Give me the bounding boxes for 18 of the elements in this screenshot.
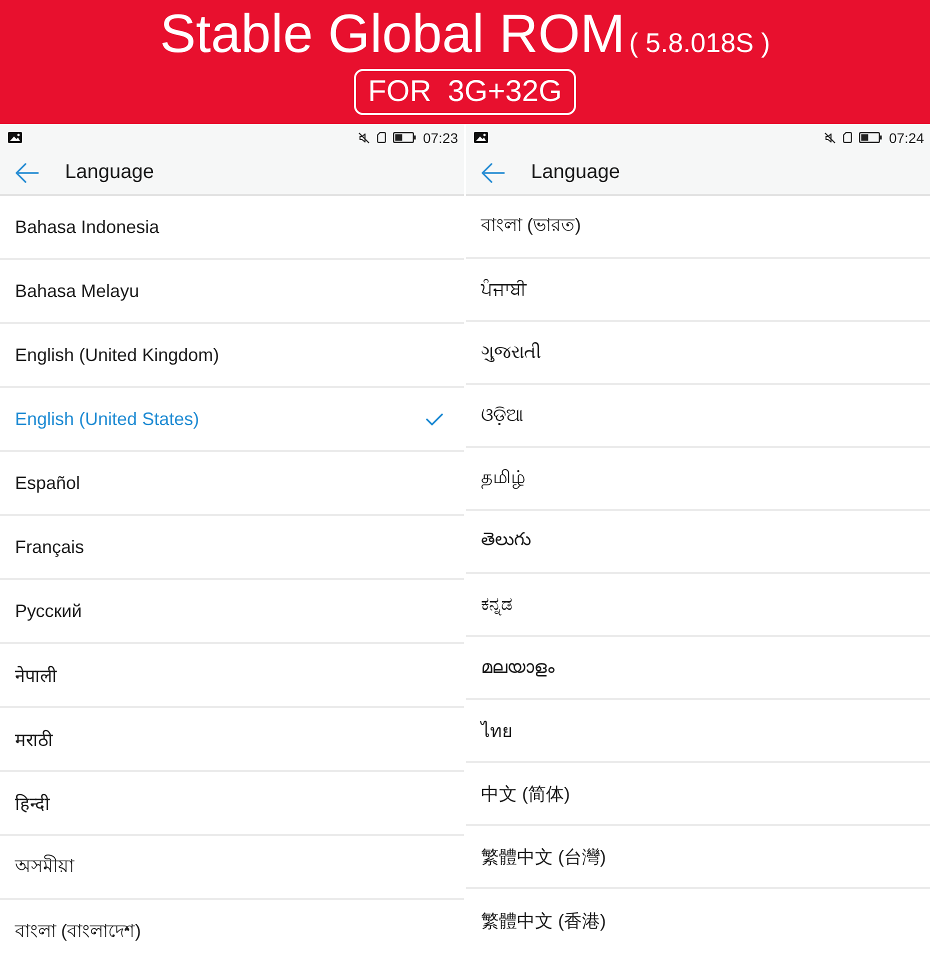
screen-title: Language (65, 161, 154, 184)
battery-icon (858, 132, 882, 143)
status-time: 07:23 (422, 130, 458, 146)
screen-title: Language (531, 161, 620, 184)
battery-icon (392, 132, 416, 143)
back-arrow-icon[interactable] (481, 162, 505, 182)
sim-card-icon (376, 132, 386, 143)
status-time: 07:24 (888, 130, 924, 146)
checkmark-icon (426, 412, 443, 426)
mute-icon (358, 132, 370, 144)
mute-icon (824, 132, 836, 144)
image-icon (8, 132, 22, 143)
banner-title: Stable Global ROM (160, 4, 626, 64)
image-icon (474, 132, 488, 143)
capacity-tag: FOR 3G+32G (354, 69, 576, 115)
sim-card-icon (842, 132, 852, 143)
back-arrow-icon[interactable] (15, 162, 39, 182)
version-label: ( 5.8.018S ) (629, 28, 770, 58)
